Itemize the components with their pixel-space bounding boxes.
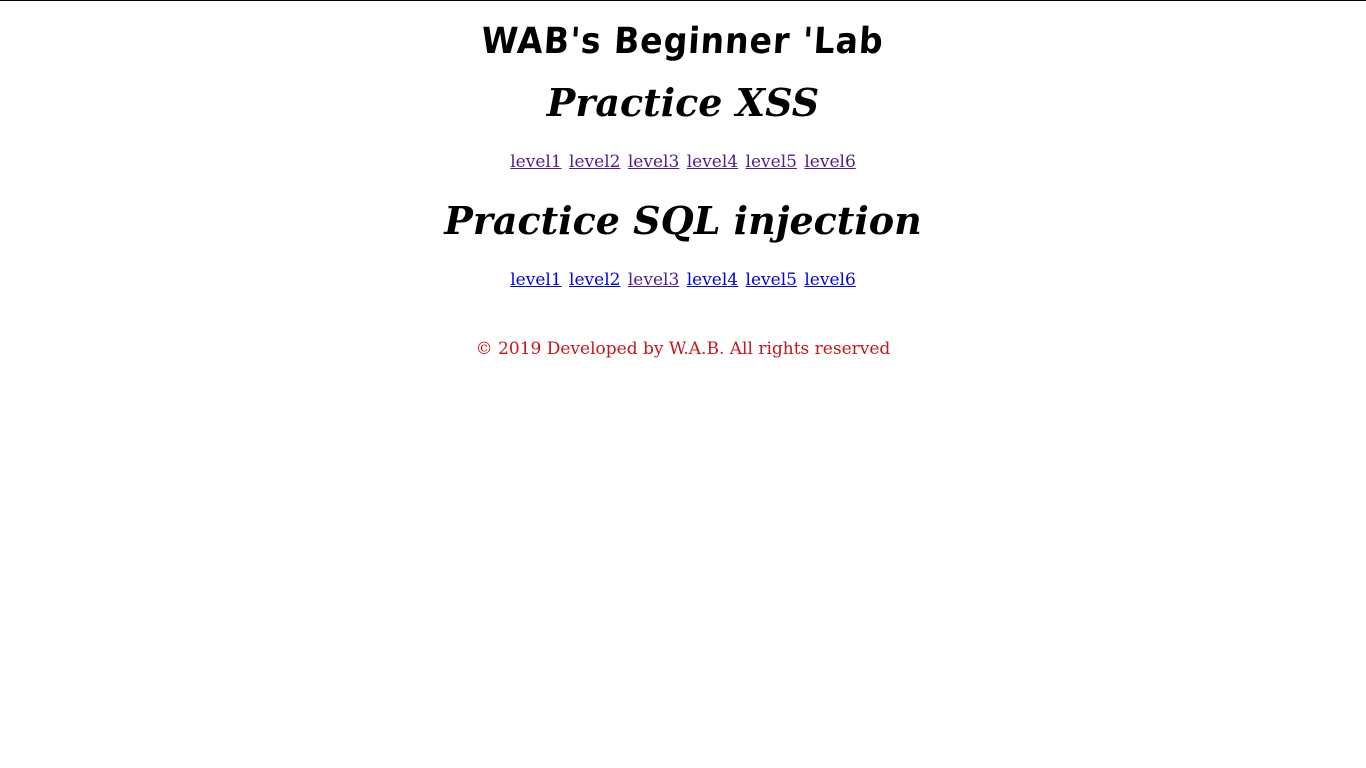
sql-level3-link[interactable]: level3: [628, 270, 679, 290]
sql-level6-link[interactable]: level6: [804, 270, 855, 290]
xss-level6-link[interactable]: level6: [804, 152, 855, 172]
footer-copyright: © 2019 Developed by W.A.B. All rights re…: [475, 339, 891, 359]
xss-section-heading: Practice XSS: [546, 80, 820, 125]
sql-level1-link[interactable]: level1: [510, 270, 561, 290]
xss-level4-link[interactable]: level4: [687, 152, 738, 172]
xss-level5-link[interactable]: level5: [746, 152, 797, 172]
sql-section-heading: Practice SQL injection: [444, 198, 922, 243]
xss-level2-link[interactable]: level2: [569, 152, 620, 172]
site-title: WAB's Beginner 'Lab: [479, 21, 885, 62]
sql-level2-link[interactable]: level2: [569, 270, 620, 290]
xss-level1-link[interactable]: level1: [510, 152, 561, 172]
page: WAB's Beginner 'Lab Practice XSS level1 …: [0, 1, 1366, 361]
sql-level-links: level1 level2 level3 level4 level5 level…: [0, 268, 1366, 292]
xss-level3-link[interactable]: level3: [628, 152, 679, 172]
sql-level5-link[interactable]: level5: [746, 270, 797, 290]
xss-level-links: level1 level2 level3 level4 level5 level…: [0, 150, 1366, 174]
sql-level4-link[interactable]: level4: [687, 270, 738, 290]
